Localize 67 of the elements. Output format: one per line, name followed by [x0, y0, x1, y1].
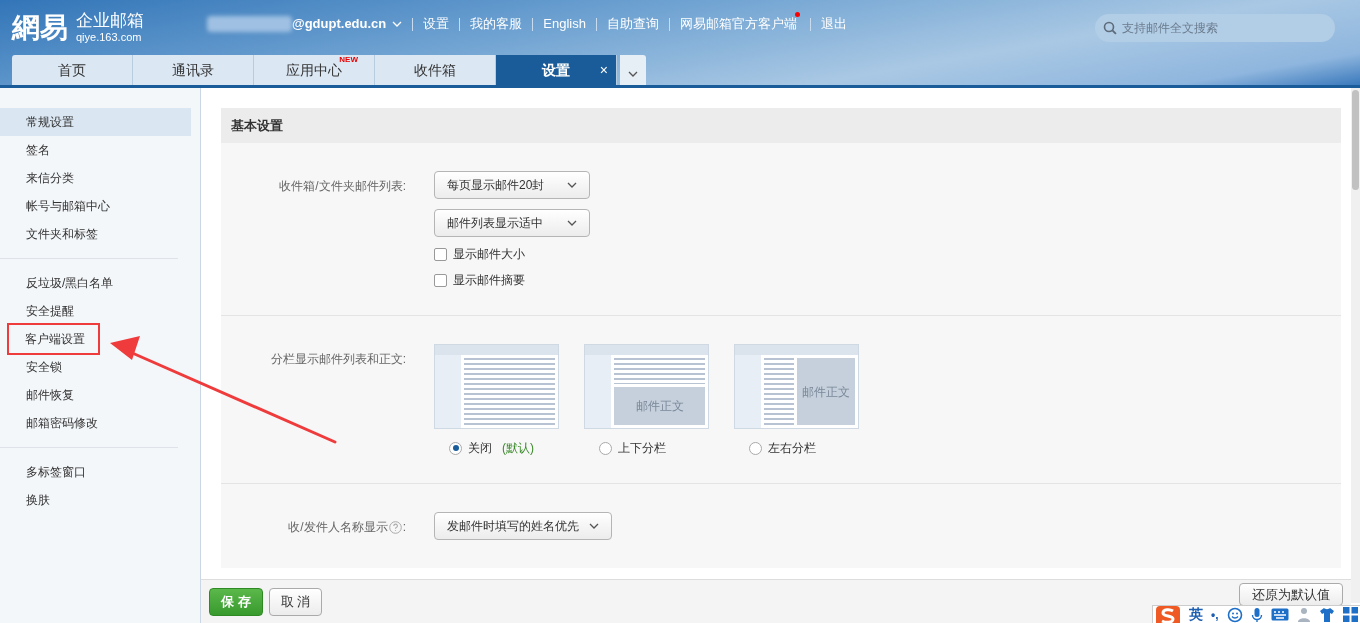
- reset-button[interactable]: 还原为默认值: [1239, 583, 1343, 606]
- shirt-icon[interactable]: [1318, 607, 1335, 622]
- tabs-menu-button[interactable]: [620, 55, 646, 85]
- caret-icon: [392, 21, 403, 27]
- tab[interactable]: 首页: [12, 55, 133, 85]
- preview-body-pane: 邮件正文: [614, 387, 705, 425]
- user-icon[interactable]: [1296, 606, 1311, 623]
- sidebar-item[interactable]: 邮箱密码修改: [0, 409, 178, 437]
- help-icon[interactable]: [388, 520, 402, 534]
- tab[interactable]: 设置 ×: [496, 55, 617, 85]
- logo-domain: qiye.163.com: [76, 31, 143, 45]
- radio-button[interactable]: [599, 441, 612, 455]
- setting-label: 收件箱/文件夹邮件列表:: [279, 178, 406, 195]
- checkbox[interactable]: [434, 247, 447, 261]
- checkbox[interactable]: [434, 273, 447, 287]
- radio-label: 左右分栏: [768, 440, 816, 457]
- radio-label: 上下分栏: [618, 440, 666, 457]
- preview-body-pane: 邮件正文: [797, 358, 855, 425]
- caret-icon: [628, 71, 638, 77]
- search-field[interactable]: 支持邮件全文搜索: [1095, 14, 1335, 42]
- microphone-icon[interactable]: [1250, 606, 1263, 623]
- section-title: 基本设置: [231, 116, 283, 135]
- checkbox-label: 显示邮件摘要: [453, 272, 525, 289]
- ime-language[interactable]: 英: [1189, 604, 1203, 623]
- cancel-button[interactable]: 取 消: [269, 587, 322, 616]
- dropdown[interactable]: 邮件列表显示适中: [434, 209, 590, 237]
- checkbox-label: 显示邮件大小: [453, 246, 525, 263]
- sidebar-item[interactable]: 邮件恢复: [0, 381, 178, 409]
- logo-mark: 網易: [12, 13, 68, 42]
- smiley-icon[interactable]: [1226, 606, 1243, 623]
- dropdown[interactable]: 每页显示邮件20封: [434, 171, 590, 199]
- account-email: @gdupt.edu.cn: [292, 15, 387, 34]
- tab[interactable]: 应用中心 NEW: [254, 55, 375, 85]
- layout-preview[interactable]: [434, 344, 559, 429]
- grid-icon[interactable]: [1342, 607, 1358, 622]
- sidebar-item[interactable]: 反垃圾/黑白名单: [0, 269, 178, 297]
- sidebar-item[interactable]: 常规设置: [0, 108, 191, 136]
- tab[interactable]: 收件箱: [375, 55, 496, 85]
- sidebar-item[interactable]: 安全锁: [0, 353, 178, 381]
- logo-title: 企业邮箱: [76, 10, 144, 32]
- sidebar-item[interactable]: 换肤: [0, 486, 200, 514]
- dropdown[interactable]: 发邮件时填写的姓名优先: [434, 512, 612, 540]
- tab[interactable]: 通讯录: [133, 55, 254, 85]
- radio-button[interactable]: [749, 441, 762, 455]
- caret-icon: [567, 220, 577, 226]
- new-label: NEW: [339, 56, 358, 64]
- radio-label: 关闭: [468, 440, 492, 457]
- sidebar-item[interactable]: 多标签窗口: [0, 458, 200, 486]
- setting-colon: :: [402, 519, 406, 536]
- caret-icon: [589, 523, 599, 529]
- sidebar-item[interactable]: 文件夹和标签: [0, 220, 178, 248]
- radio-button[interactable]: [449, 441, 462, 455]
- sidebar-item[interactable]: 来信分类: [0, 164, 178, 192]
- keyboard-icon[interactable]: [1270, 608, 1289, 621]
- sidebar-item[interactable]: 客户端设置: [9, 325, 98, 353]
- close-button[interactable]: ×: [599, 59, 608, 81]
- search-icon: [1103, 21, 1117, 35]
- list-lines: [764, 358, 794, 425]
- scrollbar[interactable]: [1351, 88, 1360, 603]
- caret-icon: [567, 182, 577, 188]
- setting-label: 收/发件人名称显示: [288, 519, 388, 536]
- default-note: (默认): [502, 440, 534, 457]
- sidebar-item[interactable]: 安全提醒: [0, 297, 178, 325]
- sidebar-item[interactable]: 帐号与邮箱中心: [0, 192, 178, 220]
- ime-punctuation[interactable]: •,: [1211, 605, 1219, 623]
- setting-label: 分栏显示邮件列表和正文:: [270, 351, 406, 368]
- sidebar-item[interactable]: 签名: [0, 136, 178, 164]
